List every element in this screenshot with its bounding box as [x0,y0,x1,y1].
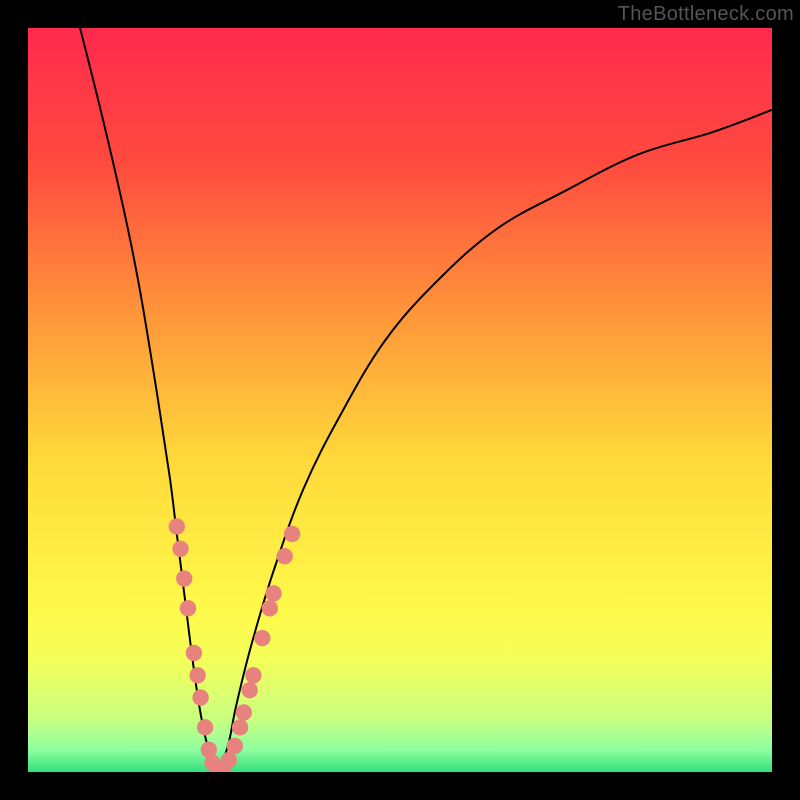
sample-dot [221,752,237,768]
sample-dot [254,630,270,646]
sample-dot [236,704,252,720]
sample-dot [262,600,278,616]
sample-dot [186,645,202,661]
sample-dot [169,518,185,534]
sample-dot [176,570,192,586]
chart-frame: TheBottleneck.com [0,0,800,800]
chart-plot-area [28,28,772,772]
sample-dot [284,526,300,542]
sample-dot [227,738,243,754]
sample-dot [232,719,248,735]
bottleneck-curve [80,28,772,772]
sample-dot [242,682,258,698]
sample-dot [180,600,196,616]
sample-dot [192,689,208,705]
sample-dot [265,585,281,601]
watermark-text: TheBottleneck.com [618,3,794,26]
sample-dot [197,719,213,735]
chart-svg-layer [28,28,772,772]
sample-dot [277,548,293,564]
sample-dot [245,667,261,683]
sample-dot [172,541,188,557]
sample-dot [189,667,205,683]
